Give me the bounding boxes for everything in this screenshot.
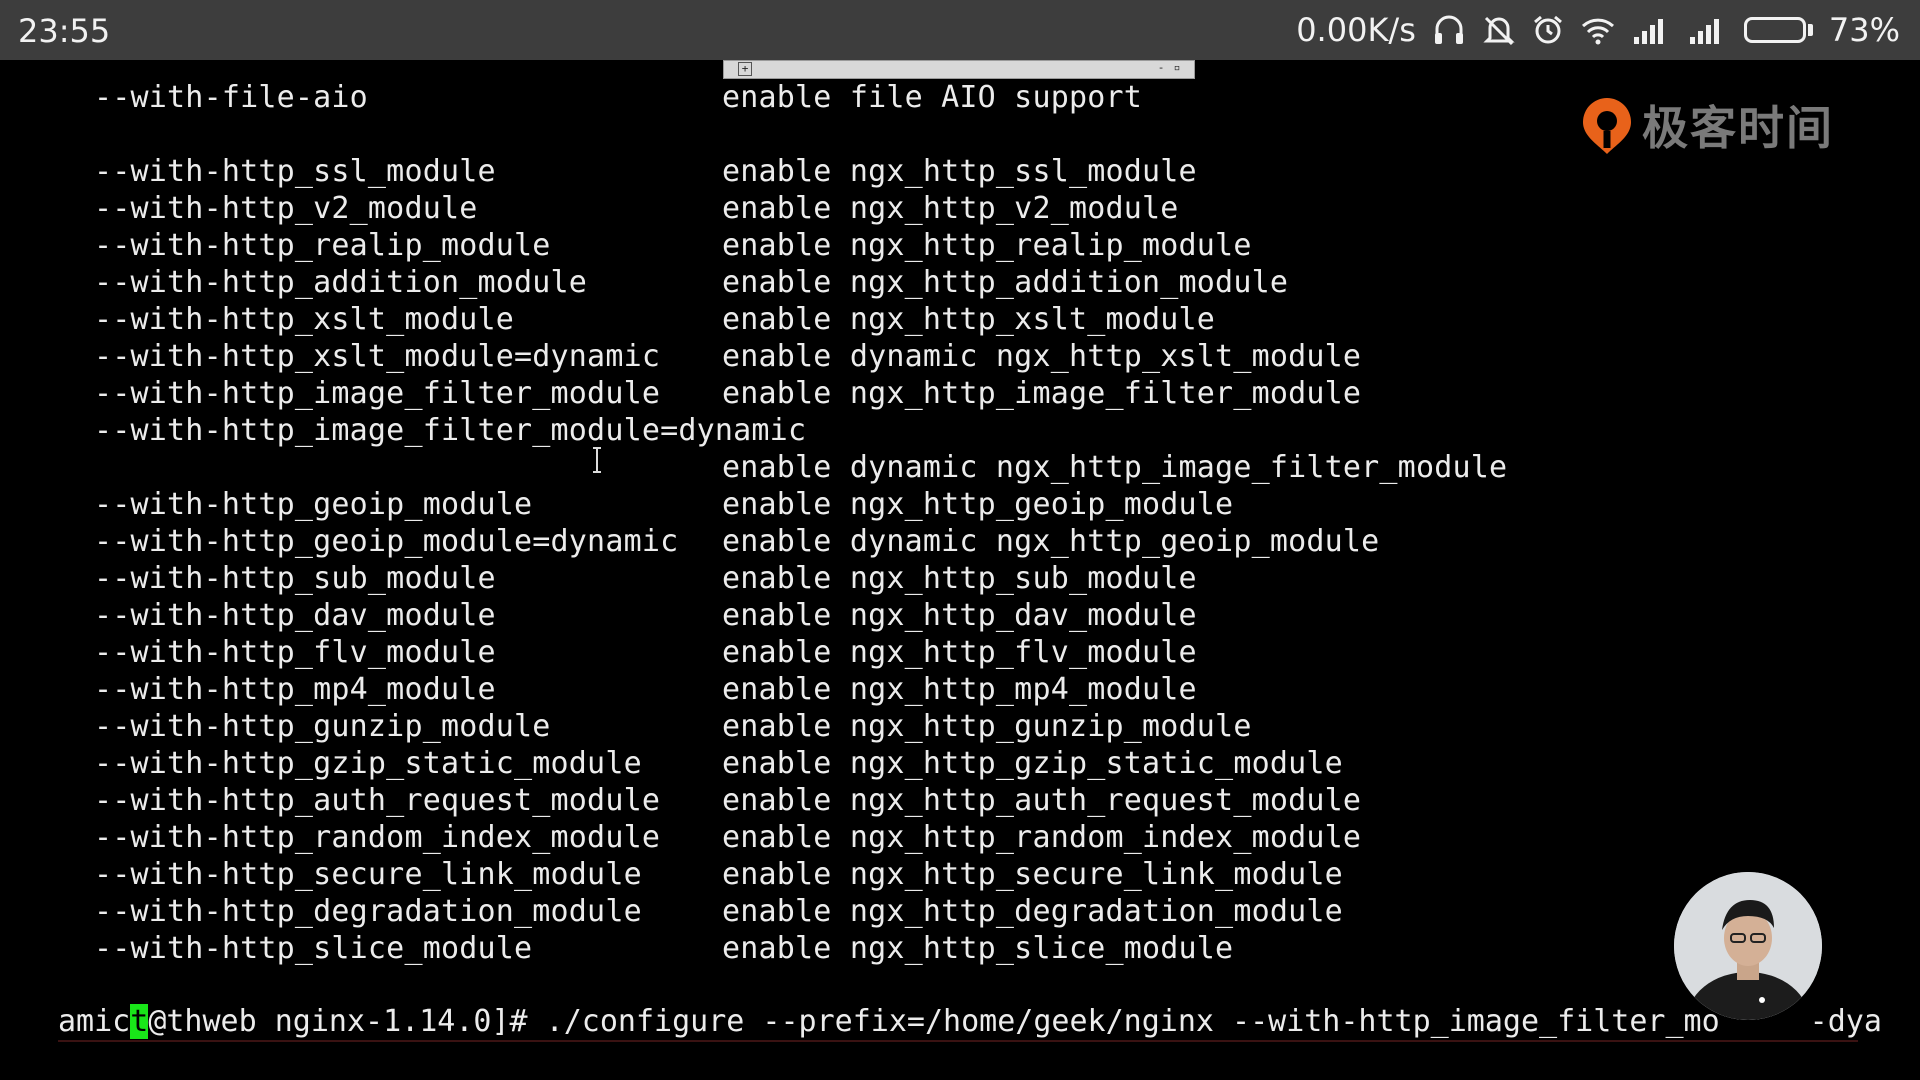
configure-option: --with-http_realip_module	[94, 228, 551, 263]
configure-option: --with-http_addition_module	[94, 265, 588, 300]
configure-option: --with-http_slice_module	[94, 931, 533, 966]
mute-icon	[1482, 14, 1516, 46]
configure-option: --with-http_sub_module	[94, 561, 496, 596]
option-description: enable ngx_http_geoip_module	[722, 487, 1234, 522]
prompt-command-text: @thweb nginx-1.14.0]# ./configure --pref…	[148, 1004, 1720, 1039]
restore-icon[interactable]: ▫	[1170, 62, 1184, 76]
configure-option: --with-http_dav_module	[94, 598, 496, 633]
configure-option: --with-http_xslt_module=dynamic	[94, 339, 661, 374]
option-description: enable ngx_http_gzip_static_module	[722, 746, 1343, 781]
status-time: 23:55	[18, 12, 111, 50]
option-description: enable ngx_http_v2_module	[722, 191, 1179, 226]
configure-option: --with-http_ssl_module	[94, 154, 496, 189]
configure-option: --with-http_gunzip_module	[94, 709, 551, 744]
alarm-icon	[1532, 14, 1564, 46]
option-description: enable ngx_http_flv_module	[722, 635, 1197, 670]
configure-option: --with-http_mp4_module	[94, 672, 496, 707]
logo-pin-icon	[1583, 98, 1631, 154]
presenter-avatar	[1674, 872, 1822, 1020]
option-description: enable ngx_http_sub_module	[722, 561, 1197, 596]
headset-icon	[1432, 14, 1466, 46]
terminal-window[interactable]: --with-file-aio enable file AIO support --…	[0, 79, 1920, 1080]
option-description: enable dynamic ngx_http_image_filter_mod…	[722, 450, 1508, 485]
brand-logo: 极客时间	[1578, 92, 1834, 158]
minimize-icon[interactable]: -	[1154, 62, 1168, 76]
text-cursor-icon	[593, 447, 601, 473]
signal-icon	[1632, 15, 1672, 45]
prompt-text-before-cursor: amic	[58, 1004, 131, 1039]
configure-option: --with-http_geoip_module=dynamic	[94, 524, 679, 559]
option-description: enable ngx_http_secure_link_module	[722, 857, 1343, 892]
battery-icon	[1743, 17, 1813, 43]
option-description: enable ngx_http_realip_module	[722, 228, 1252, 263]
configure-option: --with-file-aio	[94, 80, 368, 115]
option-description: enable ngx_http_ssl_module	[722, 154, 1197, 189]
configure-option: --with-http_secure_link_module	[94, 857, 642, 892]
shell-prompt-line[interactable]: amict@thweb nginx-1.14.0]# ./configure -…	[58, 1003, 1882, 1040]
pin-icon[interactable]: +	[738, 62, 752, 76]
option-description: enable ngx_http_xslt_module	[722, 302, 1216, 337]
status-bar: 23:55 0.00K/s 73%	[0, 0, 1920, 60]
window-title-strip[interactable]: + - ▫	[723, 60, 1195, 79]
configure-option: --with-http_gzip_static_module	[94, 746, 642, 781]
configure-option: --with-http_image_filter_module=dynamic	[94, 413, 807, 448]
option-description: enable ngx_http_mp4_module	[722, 672, 1197, 707]
configure-option: --with-http_degradation_module	[94, 894, 642, 929]
configure-option: --with-http_xslt_module	[94, 302, 515, 337]
terminal-cursor: t	[130, 1004, 149, 1039]
option-description: enable file AIO support	[722, 80, 1143, 115]
configure-option: --with-http_image_filter_module	[94, 376, 661, 411]
option-description: enable ngx_http_auth_request_module	[722, 783, 1362, 818]
option-description: enable ngx_http_random_index_module	[722, 820, 1362, 855]
configure-option: --with-http_auth_request_module	[94, 783, 661, 818]
option-description: enable ngx_http_degradation_module	[722, 894, 1343, 929]
option-description: enable ngx_http_dav_module	[722, 598, 1197, 633]
option-description: enable ngx_http_gunzip_module	[722, 709, 1252, 744]
configure-option: --with-http_geoip_module	[94, 487, 533, 522]
prompt-underline	[58, 1040, 1858, 1042]
wifi-icon	[1580, 15, 1616, 45]
presenter-image	[1674, 872, 1822, 1020]
battery-percent: 73%	[1828, 11, 1900, 49]
net-speed: 0.00K/s	[1296, 11, 1416, 49]
configure-option: --with-http_v2_module	[94, 191, 478, 226]
signal-icon	[1688, 15, 1728, 45]
prompt-command-tail: -dya	[1809, 1004, 1882, 1039]
option-description: enable ngx_http_image_filter_module	[722, 376, 1362, 411]
option-description: enable ngx_http_addition_module	[722, 265, 1289, 300]
configure-option: --with-http_flv_module	[94, 635, 496, 670]
option-description: enable dynamic ngx_http_geoip_module	[722, 524, 1380, 559]
option-description: enable ngx_http_slice_module	[722, 931, 1234, 966]
configure-option: --with-http_random_index_module	[94, 820, 661, 855]
logo-text: 极客时间	[1642, 101, 1834, 155]
status-icons: 0.00K/s 73%	[1296, 0, 1900, 60]
option-description: enable dynamic ngx_http_xslt_module	[722, 339, 1362, 374]
